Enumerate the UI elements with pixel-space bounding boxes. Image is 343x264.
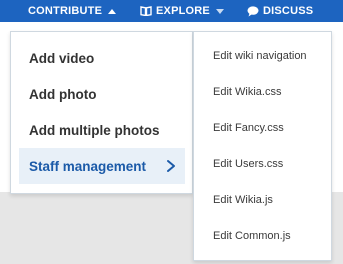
menu-item-staff-management[interactable]: Staff management [19, 148, 185, 184]
submenu-item-edit-wikia-js[interactable]: Edit Wikia.js [213, 190, 273, 210]
caret-up-icon [108, 8, 117, 14]
submenu-item-edit-wiki-navigation[interactable]: Edit wiki navigation [213, 46, 307, 66]
book-icon [140, 6, 152, 16]
menu-item-add-multiple-photos[interactable]: Add multiple photos [19, 112, 185, 148]
nav-discuss[interactable]: DISCUSS [247, 0, 313, 22]
nav-contribute[interactable]: CONTRIBUTE [28, 0, 117, 22]
submenu-item-label: Edit Users.css [213, 158, 284, 170]
submenu-item-edit-common-js[interactable]: Edit Common.js [213, 226, 291, 246]
submenu-item-label: Edit wiki navigation [213, 50, 307, 62]
menu-item-label: Add video [29, 50, 95, 66]
speech-bubble-icon [247, 5, 259, 17]
nav-discuss-label: DISCUSS [263, 5, 314, 17]
chevron-right-icon [165, 159, 177, 173]
menu-item-label: Staff management [29, 158, 147, 174]
top-navigation-bar: CONTRIBUTE EXPLORE DISCUSS [0, 0, 343, 22]
staff-management-submenu: Edit wiki navigation Edit Wikia.css Edit… [193, 31, 332, 261]
nav-explore-label: EXPLORE [156, 5, 210, 17]
nav-contribute-label: CONTRIBUTE [28, 5, 103, 17]
submenu-item-edit-fancy-css[interactable]: Edit Fancy.css [213, 118, 284, 138]
submenu-item-edit-users-css[interactable]: Edit Users.css [213, 154, 283, 174]
menu-item-add-photo[interactable]: Add photo [19, 76, 185, 112]
menu-item-label: Add photo [29, 86, 97, 102]
submenu-item-label: Edit Fancy.css [213, 122, 284, 134]
submenu-item-label: Edit Wikia.css [213, 86, 282, 98]
nav-explore[interactable]: EXPLORE [140, 0, 224, 22]
menu-item-label: Add multiple photos [29, 122, 160, 138]
submenu-item-label: Edit Wikia.js [213, 194, 273, 206]
contribute-dropdown-menu: Add video Add photo Add multiple photos … [10, 31, 193, 194]
submenu-item-edit-wikia-css[interactable]: Edit Wikia.css [213, 82, 281, 102]
submenu-item-label: Edit Common.js [213, 230, 291, 242]
caret-down-icon [215, 8, 224, 14]
menu-item-add-video[interactable]: Add video [19, 40, 185, 76]
